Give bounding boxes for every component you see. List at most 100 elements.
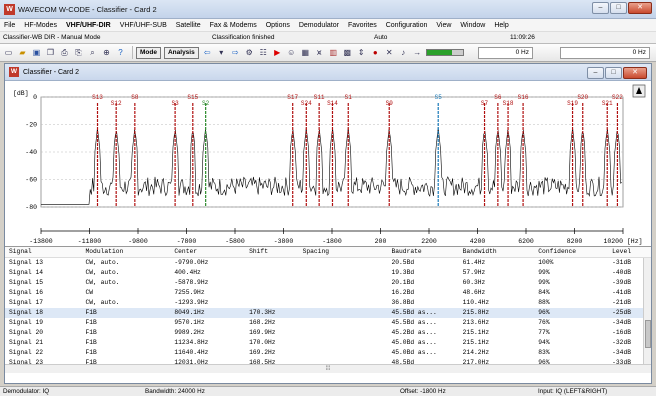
scroll-grip-icon[interactable]: ⁞⁞⁞	[325, 366, 330, 372]
table-cell: Signal 19	[9, 319, 44, 326]
table-row[interactable]: Signal 20 F1B 9989.2Hz 169.9Hz 45.2Bd as... 2…	[5, 328, 651, 338]
column-header-signal[interactable]: Signal	[5, 247, 82, 257]
child-restore-button[interactable]: □	[605, 67, 622, 79]
signal-marker-label: S14	[327, 100, 338, 107]
column-header-confidence[interactable]: Confidence	[534, 247, 608, 257]
dropdown-arrow-icon[interactable]: ▾	[216, 47, 227, 58]
y-tick-label: -60	[25, 177, 37, 184]
y-tick-label: -20	[25, 122, 37, 129]
input-arrow-icon[interactable]: →	[412, 47, 423, 58]
waterfall-icon[interactable]: ▥	[328, 47, 339, 58]
clock-time: 11:09:26	[510, 34, 535, 41]
table-row[interactable]: Signal 19 F1B 9570.1Hz 168.2Hz 45.5Bd as... 2…	[5, 318, 651, 328]
signal-marker-label: S6	[494, 94, 502, 101]
table-row[interactable]: Signal 17 CW, auto. -1293.9Hz 36.8Bd 110.4Hz…	[5, 298, 651, 308]
column-header-level[interactable]: Level	[608, 247, 651, 257]
x-tick-label: -3800	[274, 238, 294, 245]
analysis-button[interactable]: Analysis	[163, 46, 199, 59]
help-icon[interactable]: ?	[115, 47, 126, 58]
table-cell	[299, 288, 388, 298]
spectrum-svg[interactable]: [dB] 0 -20 -40 -60 -80 -13800 -11800 -9800 -7800 -…	[5, 81, 651, 246]
table-row[interactable]: Signal 14 CW, auto. 400.4Hz 19.3Bd 57.9Hz 99%…	[5, 268, 651, 278]
menu-help[interactable]: Help	[494, 22, 508, 29]
table-row[interactable]: Signal 21 F1B 11234.8Hz 170.0Hz 45.0Bd as...…	[5, 338, 651, 348]
mode-button[interactable]: Mode	[136, 46, 161, 59]
offset-status: Offset: -1800 Hz	[400, 388, 446, 395]
menu-vhf-uhf-dir[interactable]: VHF/UHF-DIR	[66, 22, 111, 29]
maximize-button[interactable]: □	[610, 2, 627, 14]
menu-favorites[interactable]: Favorites	[348, 22, 377, 29]
menu-window[interactable]: Window	[460, 22, 485, 29]
column-header-baudrate[interactable]: Baudrate	[387, 247, 458, 257]
app-titlebar: W WAVECOM W-CODE - Classifier - Card 2 –…	[0, 0, 656, 19]
column-header-bandwidth[interactable]: Bandwidth	[459, 247, 535, 257]
frequency-field-1[interactable]: 0 Hz	[478, 47, 533, 59]
table-cell: 100%	[538, 259, 554, 266]
table-cell: CW, auto.	[85, 299, 120, 306]
cross-icon[interactable]: ✕	[384, 47, 395, 58]
menu-configuration[interactable]: Configuration	[386, 22, 428, 29]
speaker-icon[interactable]: ♪	[398, 47, 409, 58]
table-cell: 45.5Bd as...	[391, 309, 437, 316]
y-tick-label: 0	[33, 94, 37, 101]
table-body: Signal 13 CW, auto. -9790.0Hz 20.5Bd 61.4Hz 1…	[5, 258, 651, 373]
column-header-spacing[interactable]: Spacing	[299, 247, 388, 257]
table-row[interactable]: Signal 22 F1B 11640.4Hz 169.2Hz 45.0Bd as...…	[5, 348, 651, 358]
window-title: WAVECOM W-CODE - Classifier - Card 2	[18, 4, 157, 14]
table-cell: 45.5Bd as...	[391, 319, 437, 326]
menu-fax-modems[interactable]: Fax & Modems	[210, 22, 257, 29]
vertical-scrollbar[interactable]	[643, 258, 651, 365]
menu-demodulator[interactable]: Demodulator	[299, 22, 339, 29]
zoom-icon[interactable]: ⊕	[101, 47, 112, 58]
table-cell: Signal 18	[9, 309, 44, 316]
print-icon[interactable]: ⎙	[59, 47, 70, 58]
table-cell: 84%	[538, 289, 550, 296]
rec-icon[interactable]: ●	[370, 47, 381, 58]
play-icon[interactable]: ▶	[272, 47, 283, 58]
menu-satellite[interactable]: Satellite	[176, 22, 201, 29]
menu-options[interactable]: Options	[266, 22, 290, 29]
menu-view[interactable]: View	[436, 22, 451, 29]
column-header-modulation[interactable]: Modulation	[82, 247, 171, 257]
table-cell	[299, 348, 388, 358]
table-cell: 213.6Hz	[462, 319, 490, 326]
table-row[interactable]: Signal 16 CW 7255.9Hz 16.2Bd 48.6Hz 84% -41dB	[5, 288, 651, 298]
tune-icon[interactable]: ⇕	[356, 47, 367, 58]
table-row[interactable]: Signal 18 F1B 8049.1Hz 170.3Hz 45.5Bd as... 2…	[5, 308, 651, 318]
input-status: Input: IQ (LEFT&RIGHT)	[538, 388, 608, 395]
horizontal-scrollbar[interactable]: ⁞⁞⁞	[5, 364, 651, 373]
minimize-button[interactable]: –	[592, 2, 609, 14]
open-folder-icon[interactable]: ▰	[17, 47, 28, 58]
classifier-child-window: W Classifier - Card 2 – □ ✕ [dB] 0 -20 -40 -…	[4, 63, 652, 384]
forward-arrow-icon[interactable]: ⇨	[230, 47, 241, 58]
record-settings-icon[interactable]: ⚙	[244, 47, 255, 58]
child-minimize-button[interactable]: –	[587, 67, 604, 79]
table-header: Signal Modulation Center Shift Spacing Baudra…	[5, 247, 651, 258]
close-button[interactable]: ✕	[628, 2, 652, 14]
column-header-center[interactable]: Center	[170, 247, 245, 257]
x-tick-label: 2200	[421, 238, 437, 245]
save-icon[interactable]: ▣	[31, 47, 42, 58]
column-header-shift[interactable]: Shift	[245, 247, 299, 257]
record-list-icon[interactable]: ☷	[258, 47, 269, 58]
person-icon[interactable]: ☺	[286, 47, 297, 58]
copy-icon[interactable]: ❐	[45, 47, 56, 58]
table-row[interactable]: Signal 13 CW, auto. -9790.0Hz 20.5Bd 61.4Hz 1…	[5, 258, 651, 268]
back-arrow-icon[interactable]: ⇦	[202, 47, 213, 58]
vertical-scroll-thumb[interactable]	[645, 320, 651, 348]
new-file-icon[interactable]: ▭	[3, 47, 14, 58]
display-icon[interactable]: ▦	[300, 47, 311, 58]
menu-vhf-uhf-sub[interactable]: VHF/UHF-SUB	[120, 22, 167, 29]
table-cell: F1B	[85, 339, 97, 346]
print-preview-icon[interactable]: ⎘	[73, 47, 84, 58]
y-axis-label: [dB]	[13, 90, 29, 97]
find-icon[interactable]: ⌕	[87, 47, 98, 58]
frequency-field-2[interactable]: 0 Hz	[560, 47, 650, 59]
menu-file[interactable]: File	[4, 22, 15, 29]
spectrum-chart[interactable]: [dB] 0 -20 -40 -60 -80 -13800 -11800 -9800 -7800 -…	[5, 81, 651, 246]
table-row[interactable]: Signal 15 CW, auto. -5878.9Hz 20.1Bd 60.3Hz 9…	[5, 278, 651, 288]
menu-hf-modes[interactable]: HF-Modes	[24, 22, 57, 29]
child-close-button[interactable]: ✕	[623, 67, 647, 79]
spectrum-icon[interactable]: ⩙	[314, 47, 325, 58]
grid-icon[interactable]: ▩	[342, 47, 353, 58]
